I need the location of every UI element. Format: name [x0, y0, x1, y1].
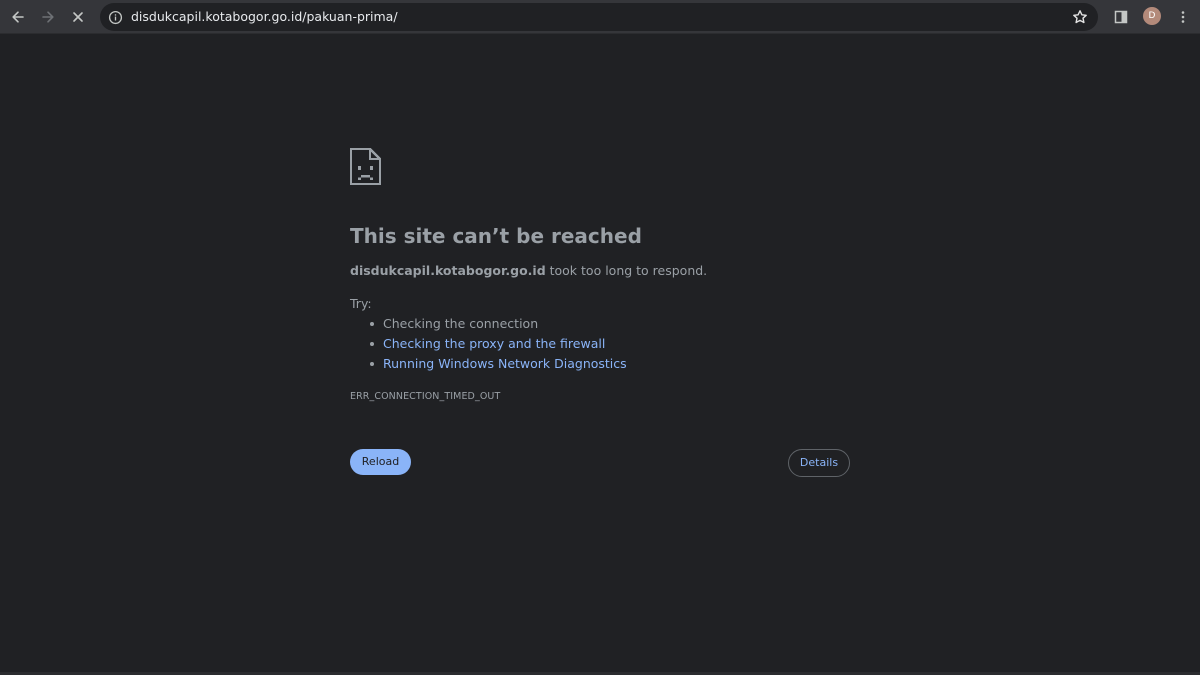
- bookmark-button[interactable]: [1066, 3, 1094, 31]
- try-label: Try:: [350, 296, 372, 311]
- error-description: disdukcapil.kotabogor.go.id took too lon…: [350, 262, 850, 280]
- star-icon: [1073, 10, 1087, 24]
- reload-button[interactable]: Reload: [350, 449, 411, 475]
- suggestion-network-diagnostics-link[interactable]: Running Windows Network Diagnostics: [383, 356, 627, 371]
- browser-toolbar: disdukcapil.kotabogor.go.id/pakuan-prima…: [0, 0, 1200, 34]
- suggestion-check-proxy-link[interactable]: Checking the proxy and the firewall: [383, 336, 605, 351]
- close-icon: [73, 12, 83, 22]
- side-panel-icon: [1114, 10, 1128, 24]
- more-vert-icon: [1181, 11, 1185, 23]
- address-bar[interactable]: disdukcapil.kotabogor.go.id/pakuan-prima…: [100, 3, 1098, 31]
- suggestions-list: Checking the connection Checking the pro…: [370, 315, 850, 375]
- sad-page-icon: [350, 148, 381, 185]
- error-title: This site can’t be reached: [350, 224, 642, 248]
- arrow-back-icon: [12, 11, 24, 23]
- side-panel-button[interactable]: [1107, 3, 1135, 31]
- error-page: This site can’t be reached disdukcapil.k…: [350, 35, 850, 665]
- info-icon[interactable]: [107, 9, 123, 25]
- menu-button[interactable]: [1169, 3, 1197, 31]
- arrow-forward-icon: [42, 11, 54, 23]
- list-item: Checking the connection: [370, 315, 850, 335]
- stop-loading-button[interactable]: [64, 3, 92, 31]
- list-item: Checking the proxy and the firewall: [370, 335, 850, 355]
- url-text[interactable]: disdukcapil.kotabogor.go.id/pakuan-prima…: [131, 9, 398, 25]
- list-item: Running Windows Network Diagnostics: [370, 355, 850, 375]
- suggestion-check-connection: Checking the connection: [383, 316, 539, 331]
- error-code: ERR_CONNECTION_TIMED_OUT: [350, 391, 501, 402]
- error-host: disdukcapil.kotabogor.go.id: [350, 263, 546, 278]
- forward-button[interactable]: [34, 3, 62, 31]
- back-button[interactable]: [4, 3, 32, 31]
- error-message: took too long to respond.: [545, 263, 708, 278]
- profile-avatar[interactable]: D: [1143, 7, 1161, 25]
- details-button[interactable]: Details: [788, 449, 850, 477]
